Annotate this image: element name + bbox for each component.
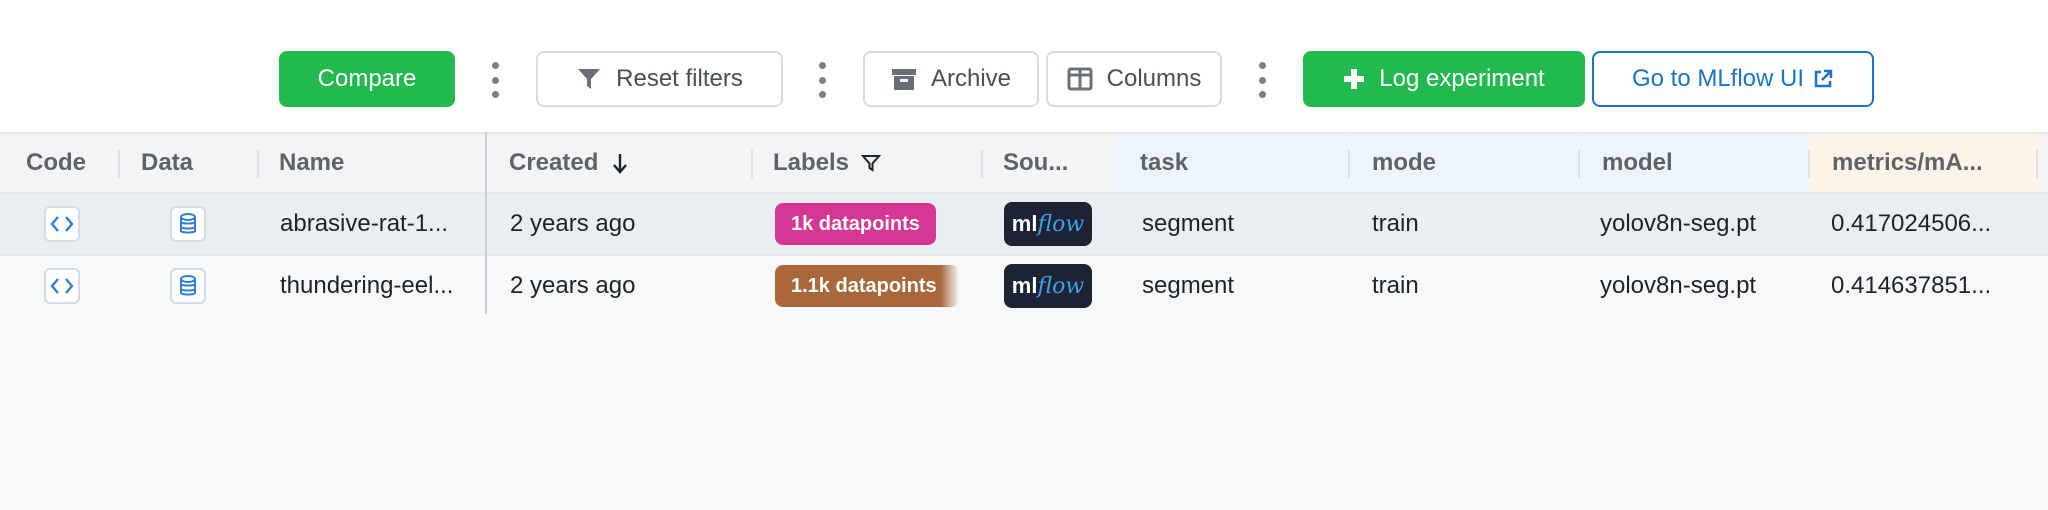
sort-descending-icon[interactable] — [612, 152, 628, 174]
log-experiment-button[interactable]: Log experiment — [1303, 51, 1585, 107]
log-experiment-label: Log experiment — [1379, 65, 1545, 92]
source-cell: ml flow — [1004, 194, 1092, 254]
mlflow-logo[interactable]: ml flow — [1004, 264, 1092, 308]
compare-more-menu-icon[interactable] — [488, 62, 502, 98]
column-header-code[interactable]: Code — [4, 134, 118, 192]
column-header-label: metrics/mA... — [1832, 149, 1983, 176]
column-header-label: Name — [279, 149, 345, 176]
mlflow-logo-ml: ml — [1011, 273, 1038, 298]
filter-outline-icon[interactable] — [861, 153, 882, 173]
mlflow-link-label: Go to MLflow UI — [1631, 65, 1805, 92]
columns-label: Columns — [1106, 65, 1202, 92]
column-header-label: Sou... — [1003, 149, 1069, 176]
mlflow-logo[interactable]: ml flow — [1004, 202, 1092, 246]
column-header-labels[interactable]: Labels — [751, 134, 981, 192]
created-time: 2 years ago — [510, 272, 636, 299]
filters-more-menu-icon[interactable] — [815, 62, 829, 98]
columns-icon — [1067, 67, 1093, 91]
column-header-label: Code — [26, 149, 86, 176]
column-header-label: Labels — [773, 149, 850, 176]
experiments-table: Code Data Name Created Labels Sou... tas… — [0, 132, 2048, 318]
column-header-label: mode — [1372, 149, 1437, 176]
metric-value: 0.414637851... — [1831, 272, 1992, 299]
datapoints-badge[interactable]: 1k datapoints — [775, 203, 936, 245]
database-icon[interactable] — [170, 206, 206, 242]
compare-button[interactable]: Compare — [279, 51, 455, 107]
table-empty-area — [0, 314, 2048, 510]
column-header-created[interactable]: Created — [487, 134, 751, 192]
task-value: segment — [1142, 272, 1235, 299]
archive-button[interactable]: Archive — [863, 51, 1039, 107]
table-row[interactable]: thundering-eel... 2 years ago 1.1k datap… — [0, 256, 2048, 318]
column-header-mode[interactable]: mode — [1350, 134, 1578, 192]
data-cell — [170, 256, 206, 316]
external-link-icon — [1812, 68, 1834, 90]
model-value: yolov8n-seg.pt — [1600, 272, 1757, 299]
mlflow-logo-flow: flow — [1037, 211, 1085, 237]
code-cell — [44, 256, 80, 316]
source-cell: ml flow — [1004, 256, 1092, 316]
columns-more-menu-icon[interactable] — [1255, 62, 1269, 98]
task-value: segment — [1142, 210, 1235, 237]
model-value: yolov8n-seg.pt — [1600, 210, 1757, 237]
filter-icon — [576, 66, 602, 92]
metric-value: 0.417024506... — [1831, 210, 1992, 237]
go-to-mlflow-button[interactable]: Go to MLflow UI — [1592, 51, 1874, 107]
label-cell: 1k datapoints — [775, 194, 936, 254]
label-cell: 1.1k datapoints — [775, 256, 959, 316]
column-header-source[interactable]: Sou... — [981, 134, 1118, 192]
mode-value: train — [1372, 272, 1419, 299]
toolbar: Compare Reset filters Archive Columns Lo… — [0, 0, 2048, 132]
compare-label: Compare — [317, 65, 417, 92]
columns-button[interactable]: Columns — [1046, 51, 1222, 107]
code-icon[interactable] — [44, 268, 80, 304]
plus-icon — [1343, 68, 1365, 90]
database-icon[interactable] — [170, 268, 206, 304]
pinned-columns-divider[interactable] — [485, 132, 487, 314]
archive-box-icon — [891, 67, 917, 91]
code-cell — [44, 194, 80, 254]
column-header-task[interactable]: task — [1118, 134, 1348, 192]
data-cell — [170, 194, 206, 254]
mlflow-logo-ml: ml — [1011, 211, 1038, 236]
column-header-name[interactable]: Name — [257, 134, 485, 192]
table-header: Code Data Name Created Labels Sou... tas… — [0, 132, 2048, 194]
reset-filters-button[interactable]: Reset filters — [536, 51, 783, 107]
archive-label: Archive — [930, 65, 1012, 92]
experiment-name[interactable]: thundering-eel... — [280, 256, 453, 316]
mlflow-logo-flow: flow — [1037, 273, 1085, 299]
column-header-label: Created — [509, 149, 599, 176]
column-header-metrics[interactable]: metrics/mA... — [1810, 134, 2038, 192]
column-header-model[interactable]: model — [1580, 134, 1808, 192]
column-header-label: task — [1140, 149, 1189, 176]
experiment-name[interactable]: abrasive-rat-1... — [280, 194, 448, 254]
mode-value: train — [1372, 210, 1419, 237]
column-divider[interactable] — [2036, 150, 2038, 178]
column-header-data[interactable]: Data — [119, 134, 257, 192]
created-time: 2 years ago — [510, 210, 636, 237]
code-icon[interactable] — [44, 206, 80, 242]
datapoints-badge[interactable]: 1.1k datapoints — [775, 265, 959, 307]
reset-filters-label: Reset filters — [616, 65, 743, 92]
column-header-label: model — [1602, 149, 1673, 176]
table-row[interactable]: abrasive-rat-1... 2 years ago 1k datapoi… — [0, 194, 2048, 256]
column-header-label: Data — [141, 149, 194, 176]
